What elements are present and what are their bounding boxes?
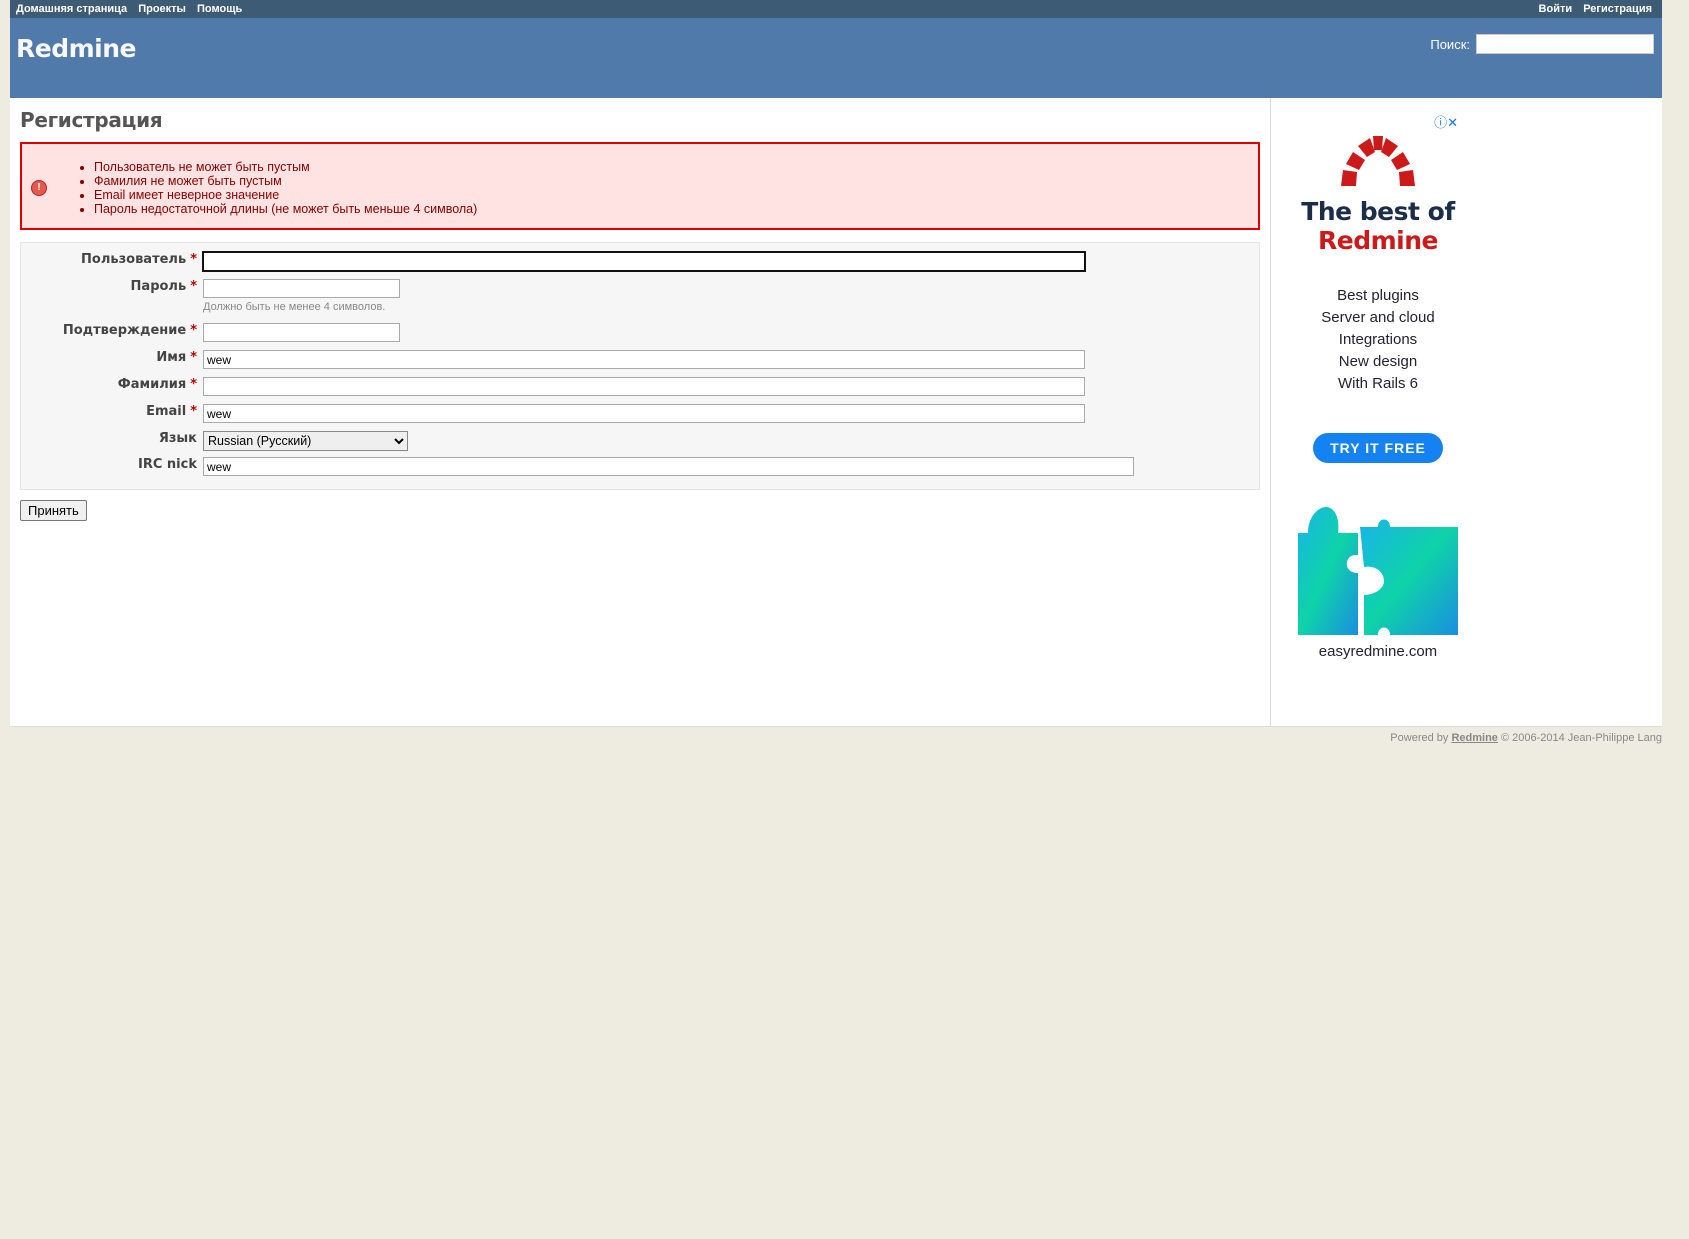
required-mark: * <box>190 377 197 392</box>
register-link[interactable]: Регистрация <box>1583 3 1652 15</box>
confirm-row: Подтверждение * <box>21 320 1259 347</box>
puzzle-piece-right <box>1360 519 1458 635</box>
ad-title-line2: Redmine <box>1318 226 1438 255</box>
sidebar: ⓘ✕ The best of Redmine Best plugins Serv… <box>1271 98 1662 726</box>
quick-search: Поиск: <box>1430 34 1654 54</box>
firstname-label: Имя * <box>21 347 203 365</box>
ad-feature: Integrations <box>1338 331 1418 348</box>
info-icon[interactable]: ⓘ <box>1434 115 1447 130</box>
puzzle-piece-left <box>1298 507 1358 635</box>
confirm-label-text: Подтверждение <box>62 323 187 338</box>
ad-feature: Best plugins <box>1337 287 1419 304</box>
logo-segment <box>1341 170 1357 186</box>
top-menu-home-link[interactable]: Домашняя страница <box>16 3 127 15</box>
ad-feature: With Rails 6 <box>1337 375 1419 392</box>
submit-button[interactable]: Принять <box>20 500 87 521</box>
login-link[interactable]: Войти <box>1539 3 1573 15</box>
footer-copyright: © 2006-2014 Jean-Philippe Lang <box>1500 732 1662 744</box>
confirm-input[interactable] <box>203 323 400 342</box>
footer-prefix: Powered by <box>1390 732 1449 744</box>
password-hint: Должно быть не менее 4 символов. <box>203 301 386 313</box>
login-row: Пользователь * <box>21 249 1259 276</box>
error-item: Фамилия не может быть пустым <box>94 174 1258 188</box>
ad-cta-button[interactable]: TRY IT FREE <box>1313 433 1443 463</box>
top-menu: Домашняя страница Проекты Помощь Войти Р… <box>10 0 1662 18</box>
search-input[interactable] <box>1476 34 1654 54</box>
login-label: Пользователь * <box>21 249 203 267</box>
content: Регистрация ! Пользователь не может быть… <box>10 98 1271 726</box>
error-explanation: ! Пользователь не может быть пустым Фами… <box>20 142 1260 230</box>
header: Redmine Поиск: <box>10 18 1662 98</box>
top-menu-help-link[interactable]: Помощь <box>197 3 242 15</box>
lastname-label-text: Фамилия <box>117 377 187 392</box>
login-label-text: Пользователь <box>81 252 187 267</box>
email-input[interactable] <box>203 404 1085 423</box>
ad-controls: ⓘ✕ <box>1434 112 1458 131</box>
error-item: Email имеет неверное значение <box>94 188 1258 202</box>
lastname-input[interactable] <box>203 377 1085 396</box>
language-label: Язык <box>21 428 203 446</box>
irc-input[interactable] <box>203 457 1134 476</box>
password-label-text: Пароль <box>130 279 187 294</box>
required-mark: * <box>190 252 197 267</box>
logo-segment <box>1391 152 1410 170</box>
main-area: Регистрация ! Пользователь не может быть… <box>10 98 1662 727</box>
app-title[interactable]: Redmine <box>16 34 136 63</box>
required-mark: * <box>190 404 197 419</box>
required-mark: * <box>190 350 197 365</box>
language-row: Язык Russian (Русский) <box>21 428 1259 454</box>
irc-label: IRC nick <box>21 454 203 472</box>
confirm-label: Подтверждение * <box>21 320 203 338</box>
logo-segment <box>1373 136 1383 150</box>
close-icon[interactable]: ✕ <box>1447 115 1458 130</box>
password-row: Пароль * Должно быть не менее 4 символов. <box>21 276 1259 320</box>
lastname-label: Фамилия * <box>21 374 203 392</box>
ad-title-line1: The best of <box>1301 197 1455 226</box>
puzzle-icon <box>1298 507 1458 635</box>
firstname-input[interactable] <box>203 350 1085 369</box>
password-input[interactable] <box>203 279 400 298</box>
required-mark: * <box>190 323 197 338</box>
ad-banner[interactable]: ⓘ✕ The best of Redmine Best plugins Serv… <box>1298 110 1458 660</box>
logo-segment <box>1358 138 1375 157</box>
password-field-group: Должно быть не менее 4 символов. <box>203 276 400 313</box>
ad-feature: Server and cloud <box>1321 309 1435 326</box>
logo-segment <box>1346 152 1365 170</box>
email-label: Email * <box>21 401 203 419</box>
top-menu-projects-link[interactable]: Проекты <box>138 3 186 15</box>
irc-row: IRC nick <box>21 454 1259 481</box>
login-input[interactable] <box>202 251 1086 272</box>
required-mark: * <box>190 279 197 294</box>
firstname-row: Имя * <box>21 347 1259 374</box>
footer-redmine-link[interactable]: Redmine <box>1451 732 1497 744</box>
logo-segment <box>1381 138 1398 157</box>
top-menu-left: Домашняя страница Проекты Помощь <box>16 3 250 15</box>
page-wrapper: Домашняя страница Проекты Помощь Войти Р… <box>10 0 1662 749</box>
search-label: Поиск: <box>1430 36 1470 52</box>
email-label-text: Email <box>146 404 187 419</box>
language-select[interactable]: Russian (Русский) <box>203 431 408 451</box>
ad-feature: New design <box>1338 353 1418 370</box>
page-title: Регистрация <box>20 108 163 132</box>
error-item: Пароль недостаточной длины (не может быт… <box>94 202 1258 216</box>
lastname-row: Фамилия * <box>21 374 1259 401</box>
firstname-label-text: Имя <box>156 350 187 365</box>
password-label: Пароль * <box>21 276 203 294</box>
ad-features: Best plugins Server and cloud Integratio… <box>1298 285 1458 395</box>
error-icon: ! <box>31 180 47 196</box>
error-list: Пользователь не может быть пустым Фамили… <box>22 144 1258 216</box>
ad-site[interactable]: easyredmine.com <box>1298 643 1458 660</box>
irc-label-text: IRC nick <box>138 457 197 472</box>
error-item: Пользователь не может быть пустым <box>94 160 1258 174</box>
top-menu-right: Войти Регистрация <box>1531 3 1652 15</box>
registration-form: Пользователь * Пароль * Должно быть не мен… <box>20 242 1260 490</box>
email-row: Email * <box>21 401 1259 428</box>
footer: Powered by Redmine © 2006-2014 Jean-Phil… <box>10 727 1662 749</box>
redmine-logo-icon <box>1341 136 1415 186</box>
language-label-text: Язык <box>158 431 197 446</box>
logo-segment <box>1399 170 1415 186</box>
